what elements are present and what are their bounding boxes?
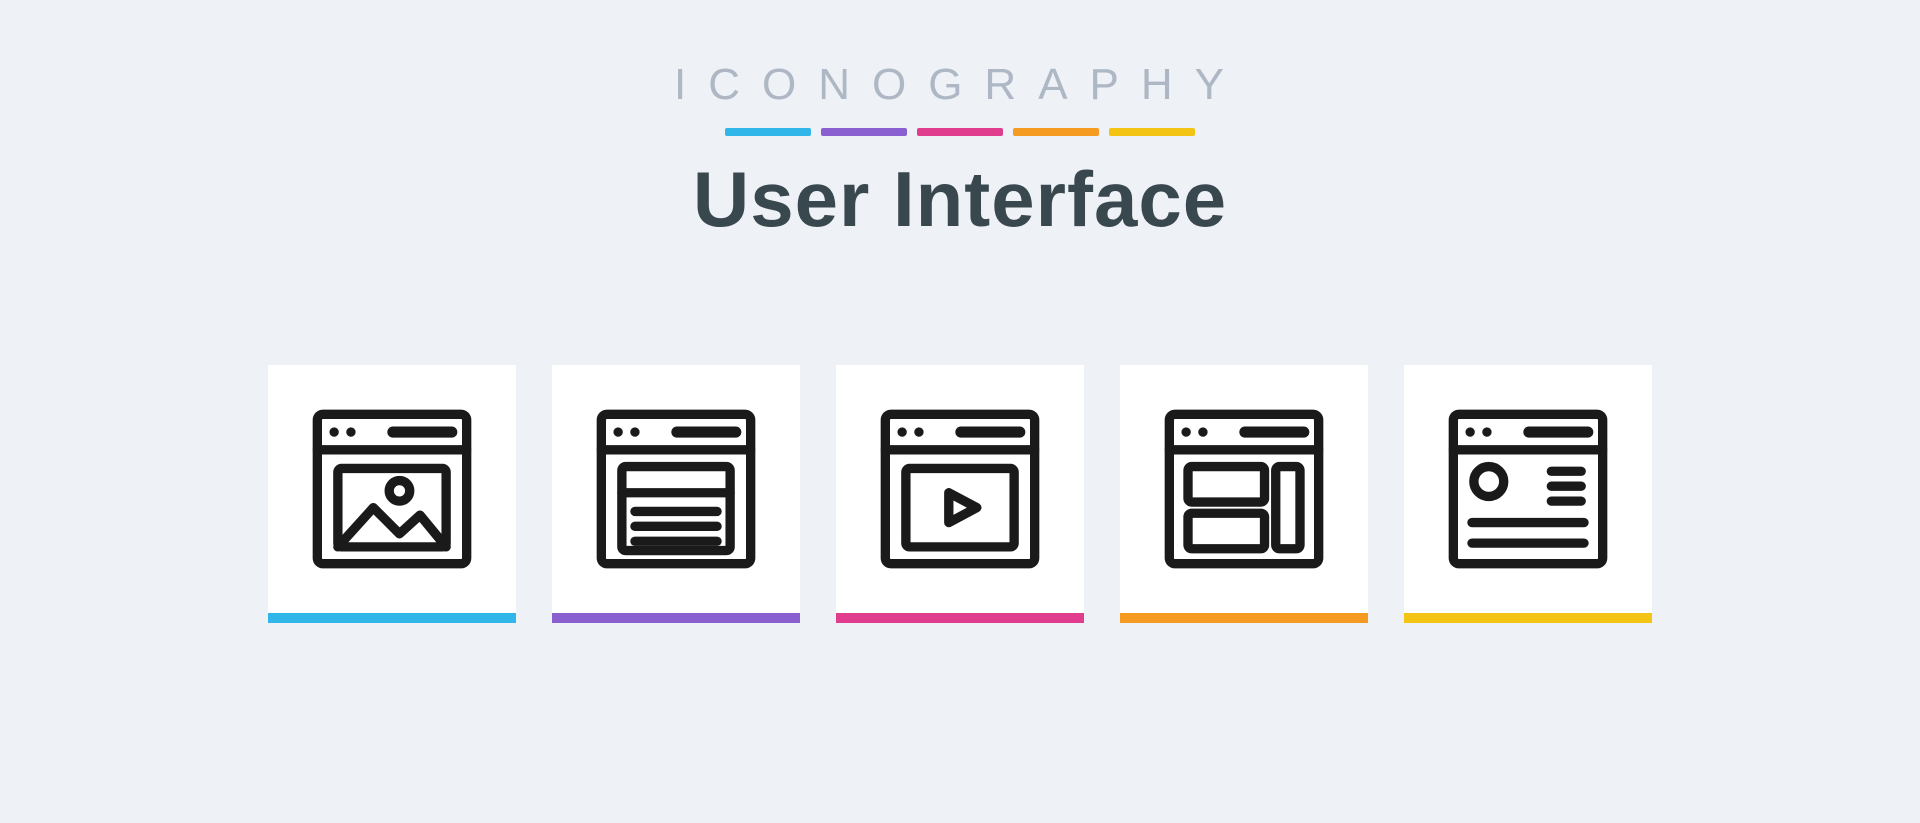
- brand-label: ICONOGRAPHY: [0, 60, 1920, 110]
- header: ICONOGRAPHY User Interface: [0, 0, 1920, 245]
- icon-card: [268, 365, 516, 623]
- card-underline: [836, 613, 1084, 623]
- browser-profile-icon: [1444, 405, 1612, 573]
- browser-video-icon: [876, 405, 1044, 573]
- browser-layout-icon: [1160, 405, 1328, 573]
- stripe-2: [821, 128, 907, 136]
- icon-card: [836, 365, 1084, 623]
- brand-stripes: [0, 128, 1920, 136]
- card-underline: [552, 613, 800, 623]
- stripe-3: [917, 128, 1003, 136]
- icon-card: [1120, 365, 1368, 623]
- card-underline: [268, 613, 516, 623]
- card-underline: [1404, 613, 1652, 623]
- browser-text-icon: [592, 405, 760, 573]
- stripe-4: [1013, 128, 1099, 136]
- card-underline: [1120, 613, 1368, 623]
- icon-grid: [268, 365, 1652, 623]
- stripe-1: [725, 128, 811, 136]
- pack-title: User Interface: [0, 154, 1920, 245]
- icon-card: [1404, 365, 1652, 623]
- browser-image-icon: [308, 405, 476, 573]
- icon-card: [552, 365, 800, 623]
- stripe-5: [1109, 128, 1195, 136]
